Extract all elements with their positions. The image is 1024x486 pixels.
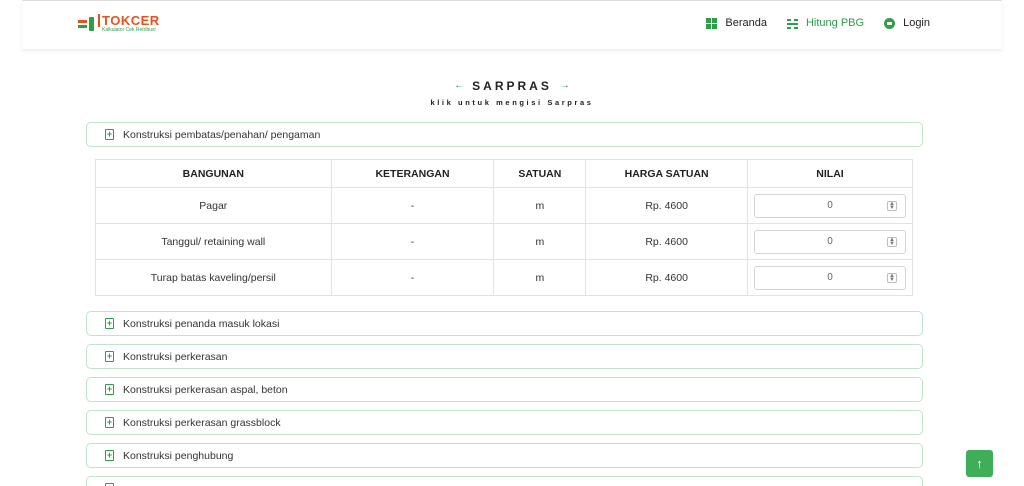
- bookmark-plus-icon: [105, 415, 114, 429]
- col-nilai: NILAI: [747, 159, 913, 188]
- spinner-icon[interactable]: ▲ ▼: [887, 272, 897, 283]
- cell-satuan: m: [493, 223, 587, 260]
- cell-satuan: m: [493, 259, 587, 296]
- cell-keterangan: -: [330, 223, 495, 260]
- cell-harga: Rp. 4600: [585, 259, 748, 296]
- cell-harga: Rp. 4600: [585, 223, 748, 260]
- cell-keterangan: -: [330, 187, 495, 224]
- table-row: Pagar - m Rp. 4600 0 ▲ ▼: [95, 187, 913, 224]
- nilai-input[interactable]: 0 ▲ ▼: [754, 229, 906, 254]
- arrow-up-icon: ↑: [976, 456, 983, 471]
- page: TOKCER Kalkulator Cek Retribusi Beranda …: [0, 0, 1024, 486]
- brand-tagline: Kalkulator Cek Retribusi: [102, 27, 156, 33]
- col-satuan: SATUAN: [493, 159, 587, 188]
- spinner-icon[interactable]: ▲ ▼: [887, 236, 897, 247]
- arrow-left-icon: ←: [454, 80, 465, 91]
- cell-bangunan: Tanggul/ retaining wall: [95, 223, 332, 260]
- sarpras-table: BANGUNAN KETERANGAN SATUAN HARGA SATUAN …: [95, 159, 913, 296]
- arrow-right-icon: →: [559, 80, 570, 91]
- accordion-penanda[interactable]: Konstruksi penanda masuk lokasi: [86, 311, 923, 336]
- section-title[interactable]: ← SARPRAS →: [446, 79, 578, 93]
- section-subtitle: klik untuk mengisi Sarpras: [430, 98, 594, 107]
- cell-bangunan: Turap batas kaveling/persil: [95, 259, 332, 296]
- nav-hitung-pbg[interactable]: Hitung PBG: [786, 17, 864, 29]
- accordion-grassblock[interactable]: Konstruksi perkerasan grassblock: [86, 410, 923, 435]
- bookmark-plus-icon: [105, 127, 114, 141]
- nav-beranda[interactable]: Beranda: [706, 17, 767, 29]
- cell-satuan: m: [493, 187, 587, 224]
- cell-harga: Rp. 4600: [585, 187, 748, 224]
- col-keterangan: KETERANGAN: [330, 159, 495, 188]
- accordion-partial[interactable]: [86, 476, 923, 486]
- bookmark-plus-icon: [105, 448, 114, 462]
- section-header: ← SARPRAS → klik untuk mengisi Sarpras: [0, 75, 1024, 108]
- main-nav: Beranda Hitung PBG Login: [686, 17, 930, 29]
- table-header-row: BANGUNAN KETERANGAN SATUAN HARGA SATUAN …: [95, 159, 913, 188]
- bookmark-plus-icon: [105, 382, 114, 396]
- col-harga-satuan: HARGA SATUAN: [585, 159, 748, 188]
- col-bangunan: BANGUNAN: [95, 159, 332, 188]
- nilai-input[interactable]: 0 ▲ ▼: [754, 265, 906, 290]
- calculator-icon: [786, 18, 798, 29]
- accordion-perkerasan[interactable]: Konstruksi perkerasan: [86, 344, 923, 369]
- scroll-to-top-button[interactable]: ↑: [966, 450, 993, 477]
- accordion-aspal-beton[interactable]: Konstruksi perkerasan aspal, beton: [86, 377, 923, 402]
- accordion-pembatas[interactable]: Konstruksi pembatas/penahan/ pengaman: [86, 122, 923, 147]
- brand-name: TOKCER: [98, 14, 160, 27]
- nav-login[interactable]: Login: [884, 17, 930, 29]
- nilai-input[interactable]: 0 ▲ ▼: [754, 193, 906, 218]
- logo[interactable]: TOKCER Kalkulator Cek Retribusi: [78, 14, 160, 33]
- table-row: Tanggul/ retaining wall - m Rp. 4600 0 ▲ ▼: [95, 223, 913, 260]
- table-row: Turap batas kaveling/persil - m Rp. 4600…: [95, 259, 913, 296]
- navbar: TOKCER Kalkulator Cek Retribusi Beranda …: [22, 1, 1002, 49]
- cell-keterangan: -: [330, 259, 495, 296]
- dashboard-icon: [706, 17, 718, 29]
- spinner-icon[interactable]: ▲ ▼: [887, 200, 897, 211]
- bookmark-plus-icon: [105, 316, 114, 330]
- cell-bangunan: Pagar: [95, 187, 332, 224]
- accordion-penghubung[interactable]: Konstruksi penghubung: [86, 443, 923, 468]
- logo-mark-icon: [78, 16, 96, 32]
- login-icon: [884, 17, 896, 29]
- bookmark-plus-icon: [105, 349, 114, 363]
